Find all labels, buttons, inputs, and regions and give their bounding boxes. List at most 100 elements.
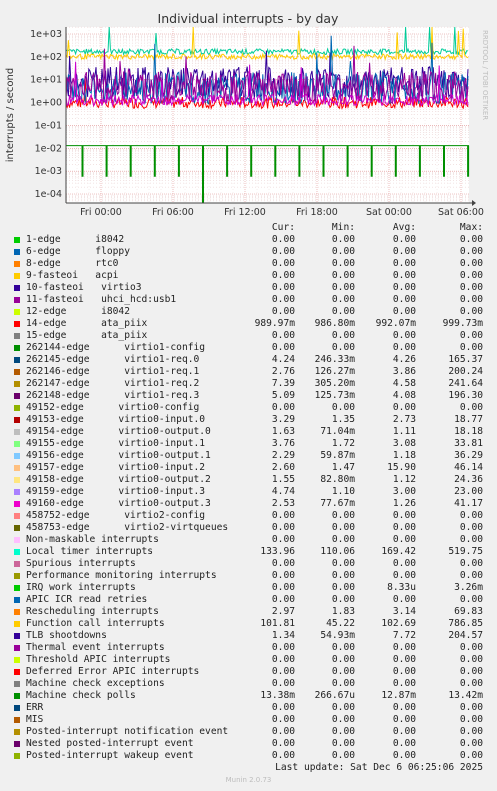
legend-row: Spurious interrupts 0.00 0.00 0.00 0.00 [0, 558, 497, 570]
legend-avg-value: 0.00 [392, 330, 416, 341]
legend-avg-value: 169.42 [381, 546, 416, 557]
legend-min-value: 0.00 [331, 282, 355, 293]
legend-row: 262147-edge virtio1-req.2 7.39 305.20m 4.58… [0, 378, 497, 390]
legend-max-value: 0.00 [459, 534, 483, 545]
legend-label: Function call interrupts [26, 618, 165, 629]
x-tick-label: Fri 18:00 [296, 207, 338, 218]
legend-swatch [14, 525, 20, 531]
legend-swatch [14, 489, 20, 495]
legend-swatch [14, 609, 20, 615]
header-avg: Avg: [392, 222, 416, 233]
legend-min-value: 266.67u [314, 690, 355, 701]
legend-swatch [14, 429, 20, 435]
legend-row: Local timer interrupts 133.96 110.06 169.42… [0, 546, 497, 558]
legend-min-value: 0.00 [331, 246, 355, 257]
legend-min-value: 0.00 [331, 342, 355, 353]
legend-swatch [14, 741, 20, 747]
legend-label: 9-fasteoi acpi [26, 270, 119, 281]
legend-label: 49158-edge virtio0-output.2 [26, 474, 211, 485]
legend-avg-value: 0.00 [392, 510, 416, 521]
legend-max-value: 0.00 [459, 402, 483, 413]
legend-row: 262144-edge virtio1-config 0.00 0.00 0.00 0.… [0, 342, 497, 354]
legend-label: Performance monitoring interrupts [26, 570, 217, 581]
legend-avg-value: 1.11 [392, 426, 416, 437]
legend-row: 1-edge i8042 0.00 0.00 0.00 0.00 [0, 234, 497, 246]
legend-avg-value: 2.73 [392, 414, 416, 425]
legend-max-value: 69.83 [454, 606, 483, 617]
legend-label: Rescheduling interrupts [26, 606, 159, 617]
legend-row: Machine check exceptions 0.00 0.00 0.00 0.00 [0, 678, 497, 690]
legend-avg-value: 1.18 [392, 450, 416, 461]
legend-swatch [14, 453, 20, 459]
legend-swatch [14, 237, 20, 243]
legend-label: 10-fasteoi virtio3 [26, 282, 142, 293]
legend-row: Rescheduling interrupts 2.97 1.83 3.14 69.83 [0, 606, 497, 618]
legend-label: 49160-edge virtio0-output.3 [26, 498, 211, 509]
legend-max-value: 0.00 [459, 642, 483, 653]
legend-avg-value: 0.00 [392, 558, 416, 569]
legend-max-value: 0.00 [459, 294, 483, 305]
legend-swatch [14, 597, 20, 603]
legend-min-value: 110.06 [320, 546, 355, 557]
y-tick-label: 1e+00 [30, 98, 62, 109]
legend-row: TLB shootdowns 1.34 54.93m 7.72 204.57 [0, 630, 497, 642]
legend-max-value: 0.00 [459, 306, 483, 317]
x-axis-ticks: Fri 00:00 Fri 06:00 Fri 12:00 Fri 18:00 Sat … [80, 207, 484, 218]
legend-row: Function call interrupts 101.81 45.22 102.6… [0, 618, 497, 630]
legend-avg-value: 0.00 [392, 642, 416, 653]
legend-label: 14-edge ata_piix [26, 318, 148, 329]
x-axis-arrow [472, 200, 476, 206]
legend-label: 12-edge i8042 [26, 306, 130, 317]
legend-avg-value: 0.00 [392, 522, 416, 533]
last-update: Last update: Sat Dec 6 06:25:06 2025 [275, 762, 483, 773]
legend-swatch [14, 561, 20, 567]
legend-avg-value: 0.00 [392, 714, 416, 725]
legend-max-value: 519.75 [448, 546, 483, 557]
legend-label: 11-fasteoi uhci_hcd:usb1 [26, 294, 177, 305]
legend-swatch [14, 669, 20, 675]
legend-row: 6-edge floppy 0.00 0.00 0.00 0.00 [0, 246, 497, 258]
legend-avg-value: 0.00 [392, 570, 416, 581]
legend-row: 49154-edge virtio0-output.0 1.63 71.04m 1.1… [0, 426, 497, 438]
legend-max-value: 18.77 [454, 414, 483, 425]
legend-avg-value: 0.00 [392, 654, 416, 665]
legend-swatch [14, 693, 20, 699]
legend-avg-value: 0.00 [392, 246, 416, 257]
legend-max-value: 0.00 [459, 702, 483, 713]
legend-min-value: 77.67m [320, 498, 355, 509]
legend-min-value: 0.00 [331, 270, 355, 281]
legend-avg-value: 3.08 [392, 438, 416, 449]
legend-max-value: 0.00 [459, 750, 483, 761]
legend-row: Posted-interrupt notification event 0.00 0… [0, 726, 497, 738]
legend-avg-value: 0.00 [392, 258, 416, 269]
legend-min-value: 0.00 [331, 522, 355, 533]
legend-avg-value: 0.00 [392, 726, 416, 737]
legend-min-value: 45.22 [326, 618, 355, 629]
legend-row: 262145-edge virtio1-req.0 4.24 246.33m 4.26… [0, 354, 497, 366]
y-tick-label: 1e-04 [35, 189, 62, 200]
legend-label: Local timer interrupts [26, 546, 154, 557]
legend-avg-value: 0.00 [392, 270, 416, 281]
legend-row: 49153-edge virtio0-input.0 3.29 1.35 2.73 18… [0, 414, 497, 426]
legend-avg-value: 1.26 [392, 498, 416, 509]
x-tick-label: Fri 12:00 [224, 207, 266, 218]
legend-label: 49154-edge virtio0-output.0 [26, 426, 211, 437]
legend-min-value: 0.00 [331, 594, 355, 605]
legend-label: 49156-edge virtio0-output.1 [26, 450, 211, 461]
y-tick-label: 1e+01 [30, 75, 62, 86]
legend-min-value: 0.00 [331, 654, 355, 665]
legend-label: MIS [26, 714, 44, 725]
legend-avg-value: 0.00 [392, 666, 416, 677]
legend-row: MIS 0.00 0.00 0.00 0.00 [0, 714, 497, 726]
legend-max-value: 0.00 [459, 270, 483, 281]
legend-max-value: 999.73m [442, 318, 483, 329]
x-tick-label: Fri 06:00 [152, 207, 194, 218]
legend-max-value: 200.24 [448, 366, 483, 377]
legend-row: 49156-edge virtio0-output.1 2.29 59.87m 1.1… [0, 450, 497, 462]
legend-max-value: 165.37 [448, 354, 483, 365]
legend-row: 458752-edge virtio2-config 0.00 0.00 0.00 0.… [0, 510, 497, 522]
legend-max-value: 0.00 [459, 342, 483, 353]
legend-swatch [14, 585, 20, 591]
legend-min-value: 0.00 [331, 510, 355, 521]
legend-min-value: 986.80m [314, 318, 355, 329]
